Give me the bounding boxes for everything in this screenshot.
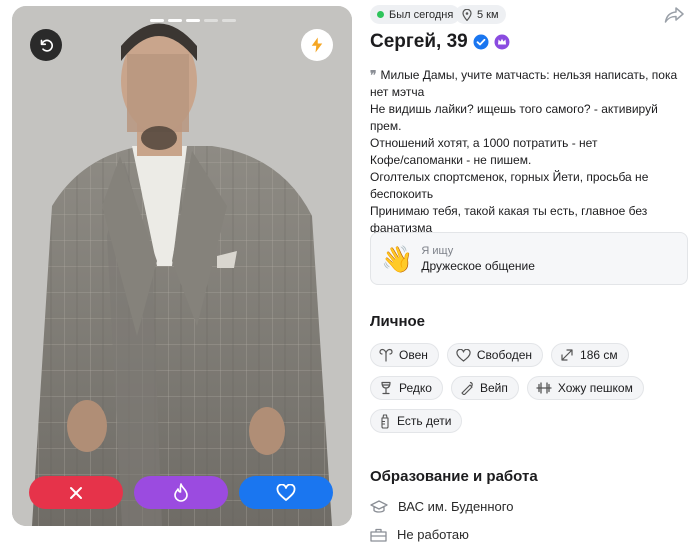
bio-text-block: ❞ Милые Дамы, учите матчасть: нельзя напи… — [370, 67, 690, 237]
like-button[interactable] — [239, 476, 333, 509]
briefcase-icon — [370, 528, 387, 542]
tag-smoking: Вейп — [450, 376, 519, 400]
premium-crown-icon — [494, 34, 510, 50]
personal-tags: Овен Свободен 186 см Редко Вейп Хожу пеш… — [370, 343, 690, 433]
online-status-label: Был сегодня — [389, 8, 454, 21]
looking-for-label: Я ищу — [421, 244, 454, 257]
education-work-section-title: Образование и работа — [370, 468, 538, 485]
share-icon — [664, 7, 684, 23]
tag-label: 186 см — [580, 348, 618, 362]
distance-label: 5 км — [477, 8, 499, 21]
undo-button[interactable] — [30, 29, 62, 61]
profile-name: Сергей, 39 — [370, 31, 468, 52]
height-arrows-icon — [561, 349, 573, 361]
swipe-actions — [29, 476, 333, 509]
progress-segment — [186, 19, 200, 22]
location-pin-icon — [462, 8, 472, 21]
heart-icon — [276, 483, 296, 501]
tag-label: Есть дети — [397, 414, 452, 428]
photo-progress-indicator — [150, 19, 236, 22]
baby-bottle-icon — [381, 413, 389, 429]
vape-icon — [461, 381, 473, 395]
tag-relationship: Свободен — [446, 343, 544, 367]
progress-segment — [150, 19, 164, 22]
heart-outline-icon — [456, 348, 471, 362]
distance-chip: 5 км — [455, 5, 506, 24]
tag-alcohol: Редко — [370, 376, 443, 400]
tag-sport: Хожу пешком — [526, 376, 644, 400]
dislike-button[interactable] — [29, 476, 123, 509]
tag-label: Редко — [399, 381, 432, 395]
personal-section-title: Личное — [370, 313, 426, 330]
dumbbell-icon — [536, 382, 552, 394]
graduation-cap-icon — [370, 499, 388, 513]
tag-label: Вейп — [479, 381, 508, 395]
looking-for-card: 👋 Я ищу Дружеское общение — [370, 232, 688, 285]
quote-icon: ❞ — [370, 68, 377, 82]
education-row: ВАС им. Буденного — [370, 499, 513, 514]
close-icon — [70, 486, 82, 499]
profile-photo-card[interactable] — [12, 6, 352, 526]
share-button[interactable] — [664, 6, 684, 29]
tag-zodiac: Овен — [370, 343, 439, 367]
waving-hand-icon: 👋 — [381, 243, 414, 274]
flame-icon — [174, 482, 188, 502]
super-like-button[interactable] — [134, 476, 228, 509]
online-dot-icon — [377, 11, 384, 18]
tag-label: Свободен — [476, 348, 533, 362]
tag-label: Хожу пешком — [557, 381, 633, 395]
undo-icon — [40, 39, 53, 52]
online-status-chip: Был сегодня — [370, 5, 461, 24]
profile-photo — [12, 6, 352, 526]
progress-segment — [168, 19, 182, 22]
profile-header: Сергей, 39 — [370, 31, 510, 53]
tag-children: Есть дети — [370, 409, 463, 433]
zodiac-aries-icon — [379, 348, 393, 362]
boost-button[interactable] — [301, 29, 333, 61]
education-value: ВАС им. Буденного — [398, 499, 514, 514]
looking-for-value: Дружеское общение — [421, 258, 535, 273]
wine-glass-icon — [381, 381, 391, 395]
bio-text: Милые Дамы, учите матчасть: нельзя напис… — [370, 68, 678, 235]
tag-label: Овен — [399, 348, 428, 362]
progress-segment — [222, 19, 236, 22]
tag-height: 186 см — [551, 343, 629, 367]
work-row: Не работаю — [370, 527, 469, 542]
verified-icon — [473, 34, 489, 50]
progress-segment — [204, 19, 218, 22]
lightning-icon — [311, 37, 323, 53]
work-value: Не работаю — [397, 527, 469, 542]
